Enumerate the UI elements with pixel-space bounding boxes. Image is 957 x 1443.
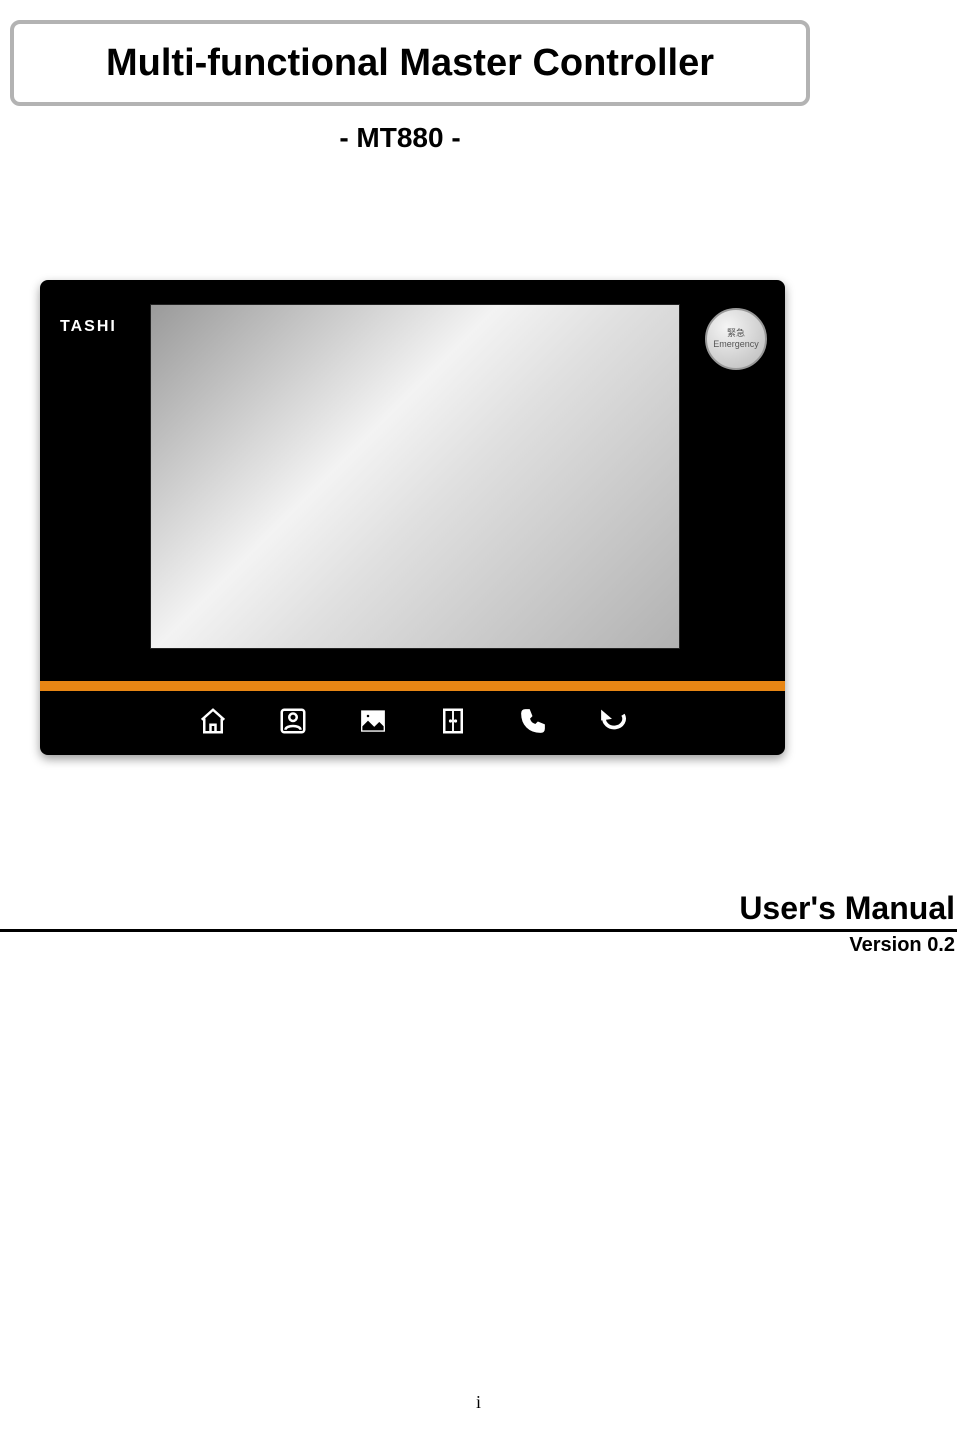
page-number: i	[0, 1392, 957, 1413]
model-subtitle: - MT880 -	[0, 122, 800, 154]
device-illustration: TASHI 緊急 Emergency	[40, 280, 785, 755]
brand-label: TASHI	[60, 318, 117, 336]
version-label: Version 0.2	[0, 934, 957, 957]
accent-strip	[40, 681, 785, 691]
manual-section: User's Manual Version 0.2	[0, 890, 957, 957]
door-icon	[438, 706, 468, 741]
main-title: Multi-functional Master Controller	[106, 42, 714, 85]
heading-rule	[0, 929, 957, 932]
phone-icon	[518, 706, 548, 741]
back-icon	[598, 706, 628, 741]
home-icon	[198, 706, 228, 741]
title-box: Multi-functional Master Controller	[10, 20, 810, 106]
emergency-label-en: Emergency	[713, 339, 759, 350]
nav-bar	[40, 691, 785, 755]
manual-heading: User's Manual	[0, 890, 957, 927]
emergency-button: 緊急 Emergency	[705, 308, 767, 370]
image-icon	[358, 706, 388, 741]
user-icon	[278, 706, 308, 741]
device-screen	[150, 304, 680, 649]
emergency-label-cn: 緊急	[727, 328, 745, 339]
